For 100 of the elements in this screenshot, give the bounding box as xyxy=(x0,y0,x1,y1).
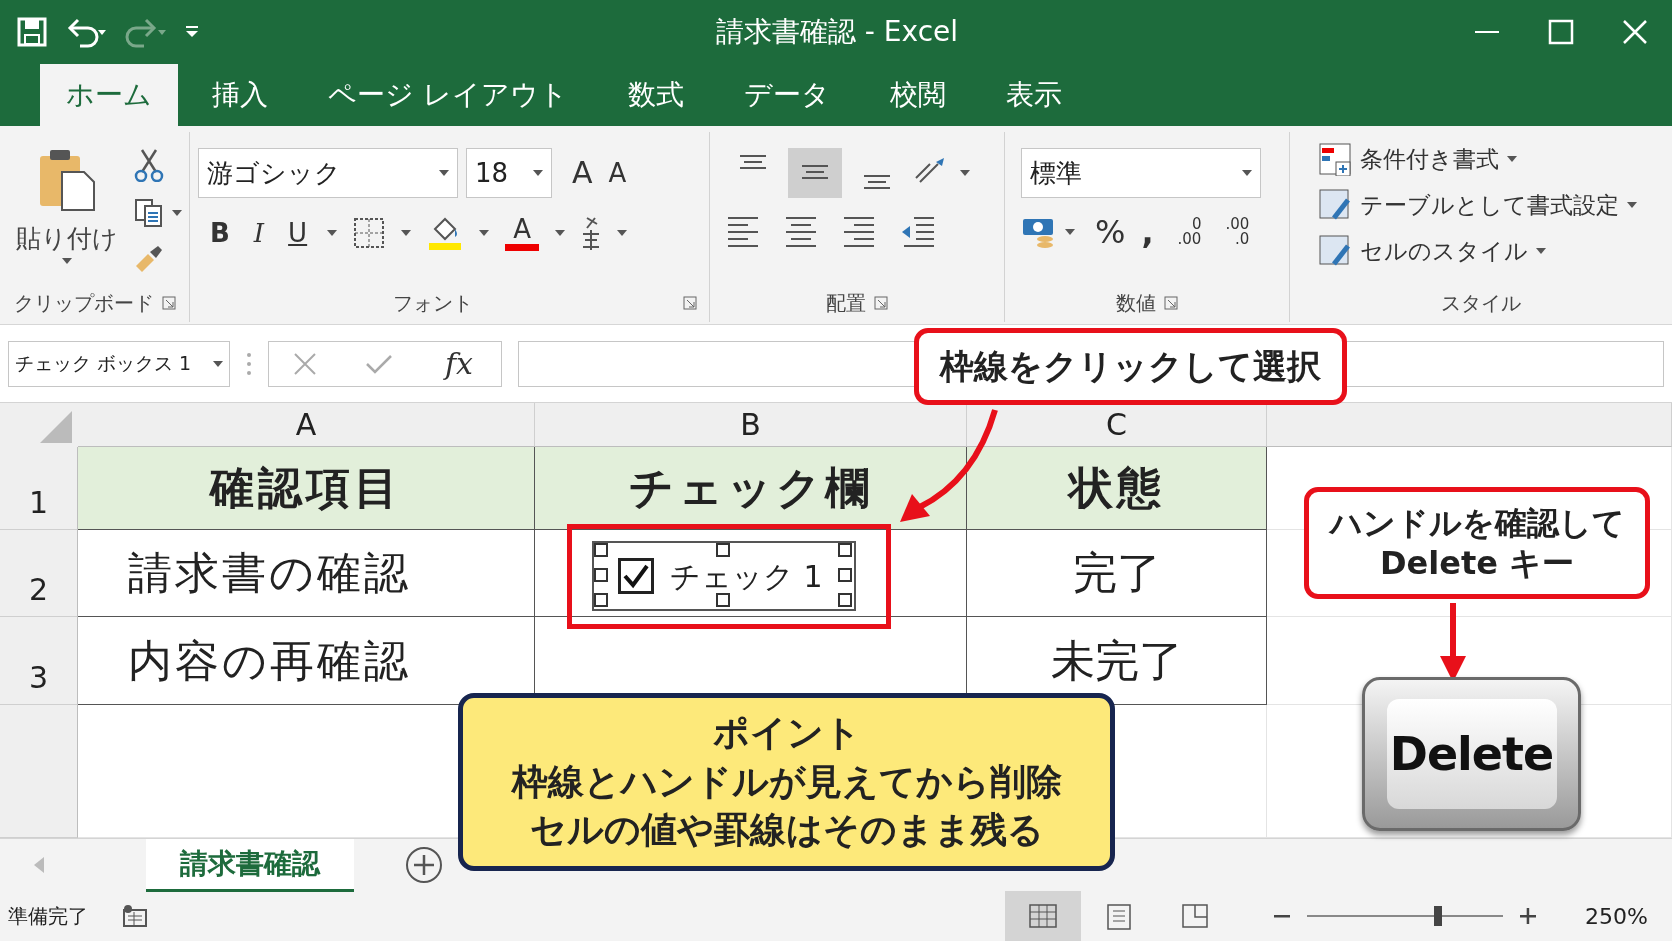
table-cell-text: 完了 xyxy=(1072,546,1161,600)
copy-icon[interactable] xyxy=(134,198,164,228)
cell-style-icon xyxy=(1318,234,1352,268)
column-header[interactable]: C xyxy=(967,403,1267,447)
decrease-decimal-button[interactable]: .00 .0 xyxy=(1221,215,1254,249)
font-color-button[interactable]: A xyxy=(509,214,536,244)
ribbon-tab[interactable]: データ xyxy=(717,64,856,126)
resize-handle[interactable] xyxy=(716,543,730,557)
paste-icon[interactable] xyxy=(38,148,96,212)
group-label: フォント xyxy=(392,290,473,317)
caret-icon xyxy=(1242,170,1252,176)
group-label: 数値 xyxy=(1116,290,1156,317)
group-label: 配置 xyxy=(826,290,866,317)
ribbon-tab[interactable]: 表示 xyxy=(979,64,1088,126)
caret-icon[interactable] xyxy=(617,229,628,236)
insert-function-button[interactable]: fx xyxy=(441,346,478,381)
column-header[interactable]: B xyxy=(535,403,967,447)
table-cell-text: 確認項目 xyxy=(210,461,402,515)
zoom-level[interactable]: 250% xyxy=(1585,899,1648,933)
style-menu-button[interactable]: セルのスタイル xyxy=(1314,232,1641,270)
caret-icon[interactable] xyxy=(62,257,72,264)
ribbon-tab[interactable]: 校閲 xyxy=(863,64,972,126)
save-icon[interactable] xyxy=(16,16,48,48)
zoom-in-icon[interactable] xyxy=(1519,907,1538,925)
window-title: 請求書確認 - Excel xyxy=(715,14,959,50)
ribbon-tab[interactable]: ページ レイアウト xyxy=(302,64,594,126)
caret-icon[interactable] xyxy=(401,229,412,236)
align-middle-icon[interactable] xyxy=(788,148,842,198)
caret-icon xyxy=(533,170,543,176)
format-painter-icon[interactable] xyxy=(134,244,164,274)
customize-icon[interactable] xyxy=(184,25,200,39)
resize-handle[interactable] xyxy=(838,568,852,582)
launcher-icon[interactable] xyxy=(161,296,176,310)
row-header[interactable]: 2 xyxy=(0,530,78,617)
caret-icon[interactable] xyxy=(327,229,338,236)
ribbon-tab[interactable]: ホーム xyxy=(40,64,178,126)
phonetic-icon[interactable] xyxy=(581,215,602,250)
align-left-icon[interactable] xyxy=(726,214,760,248)
column-header[interactable]: A xyxy=(78,403,535,447)
add-sheet-icon[interactable] xyxy=(404,845,444,885)
style-menu-button[interactable]: テーブルとして書式設定 xyxy=(1314,186,1641,224)
italic-button[interactable]: I xyxy=(249,217,269,248)
increase-decimal-button[interactable]: 0 .00 xyxy=(1173,215,1206,249)
decrease-indent-icon[interactable] xyxy=(900,214,936,248)
caret-icon[interactable] xyxy=(172,210,182,216)
resize-handle[interactable] xyxy=(594,593,608,607)
comma-button[interactable]: , xyxy=(1137,214,1158,250)
resize-handle[interactable] xyxy=(838,543,852,557)
maximize-icon[interactable] xyxy=(1548,19,1574,45)
caret-icon[interactable] xyxy=(960,170,970,176)
name-box[interactable]: チェック ボックス 1 xyxy=(8,340,230,387)
font-name-field[interactable]: 游ゴシック xyxy=(198,148,458,198)
launcher-icon[interactable] xyxy=(874,296,888,310)
checkbox-control[interactable]: チェック 1 xyxy=(592,541,856,611)
shrink-font-button[interactable]: A xyxy=(604,158,631,188)
caret-icon xyxy=(439,170,449,176)
underline-button[interactable]: U xyxy=(284,217,312,248)
conditional-format-icon xyxy=(1318,142,1352,176)
grip-icon xyxy=(246,350,252,377)
close-icon[interactable] xyxy=(1622,19,1648,45)
caret-icon[interactable] xyxy=(479,229,490,236)
point-text: セルの値や罫線はそのまま残る xyxy=(528,808,1045,853)
align-center-icon[interactable] xyxy=(784,214,818,248)
grow-font-button[interactable]: A xyxy=(568,156,597,190)
caret-icon xyxy=(213,360,223,367)
launcher-icon[interactable] xyxy=(683,296,697,310)
resize-handle[interactable] xyxy=(716,593,730,607)
borders-icon[interactable] xyxy=(353,216,386,249)
scissors-icon[interactable] xyxy=(134,148,164,182)
normal-view-button[interactable] xyxy=(1005,890,1082,941)
color-bar-icon xyxy=(505,244,540,251)
table-cell-text: チェック欄 xyxy=(628,461,873,515)
macro-record-icon[interactable] xyxy=(122,904,148,928)
delete-key: Delete xyxy=(1362,677,1581,831)
row-header[interactable]: 3 xyxy=(0,617,78,705)
caret-icon[interactable] xyxy=(1065,229,1075,235)
group-label: クリップボード xyxy=(13,290,154,317)
resize-handle[interactable] xyxy=(594,543,608,557)
resize-handle[interactable] xyxy=(594,568,608,582)
number-format-field[interactable]: 標準 xyxy=(1021,148,1261,198)
paste-button[interactable]: 貼り付け xyxy=(16,220,118,258)
caret-icon xyxy=(1627,202,1637,208)
slider-thumb[interactable] xyxy=(1434,906,1443,926)
launcher-icon[interactable] xyxy=(1164,296,1178,310)
ribbon-tab[interactable]: 挿入 xyxy=(186,64,294,126)
checkbox[interactable] xyxy=(618,558,654,594)
caret-icon xyxy=(1536,248,1546,254)
sheet-tab[interactable]: 請求書確認 xyxy=(146,838,354,892)
caret-icon xyxy=(1507,156,1517,162)
table-cell-text: 未完了 xyxy=(1050,633,1183,688)
row-header[interactable]: 1 xyxy=(0,447,78,530)
percent-button[interactable]: % xyxy=(1091,214,1130,250)
status-text: 準備完了 xyxy=(7,903,88,930)
ribbon-tab[interactable]: 数式 xyxy=(601,64,710,126)
font-size-field[interactable]: 18 xyxy=(466,148,552,198)
caret-icon[interactable] xyxy=(555,229,566,236)
bold-button[interactable]: B xyxy=(206,217,234,248)
style-menu-button[interactable]: 条件付き書式 xyxy=(1314,140,1641,178)
align-right-icon[interactable] xyxy=(842,214,876,248)
resize-handle[interactable] xyxy=(838,593,852,607)
